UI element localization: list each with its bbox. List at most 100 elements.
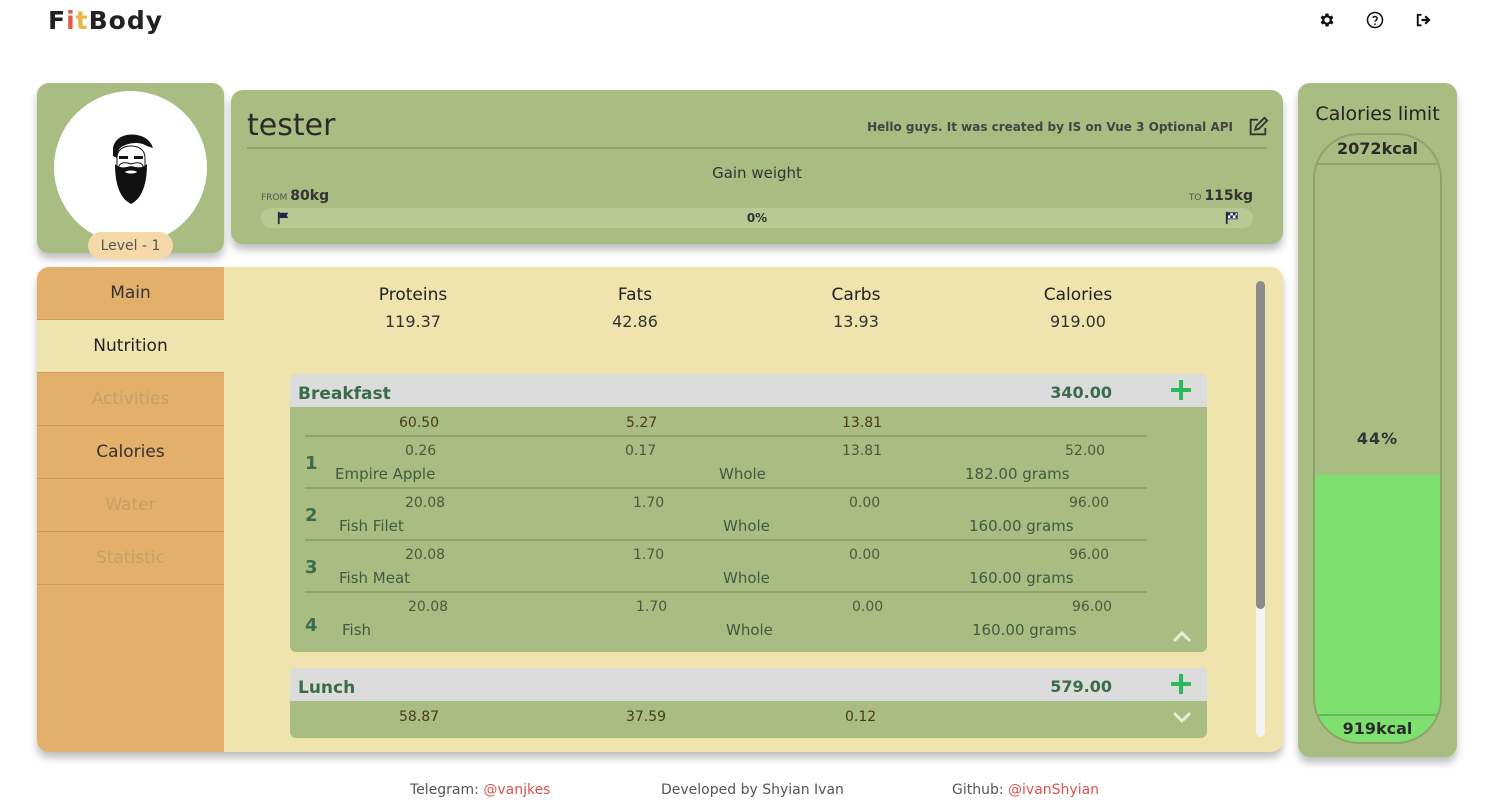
- food-calories: 96.00: [1072, 599, 1113, 615]
- calories-header: Calories: [1043, 285, 1113, 305]
- add-food-icon[interactable]: [1169, 378, 1193, 402]
- start-weight-value: 80kg: [290, 188, 330, 204]
- avatar[interactable]: [54, 91, 207, 244]
- food-amount: 160.00 grams: [969, 569, 1074, 587]
- food-proteins: 20.08: [405, 547, 446, 563]
- finish-flag-icon: [1225, 211, 1238, 225]
- edit-icon[interactable]: [1247, 116, 1269, 138]
- profile-tagline: Hello guys. It was created by IS on Vue …: [867, 120, 1233, 134]
- meal-breakfast: Breakfast 340.00 60.50 5.27 13.81 1 0.26…: [290, 374, 1207, 652]
- food-index: 3: [305, 557, 318, 578]
- logout-icon[interactable]: [1413, 10, 1433, 30]
- divider: [1315, 714, 1440, 716]
- footer-developer: Developed by Shyian Ivan: [661, 782, 844, 798]
- sidebar-item-calories[interactable]: Calories: [37, 426, 224, 479]
- username: tester: [247, 108, 336, 143]
- meal-title: Lunch: [298, 678, 356, 698]
- github-label: Github:: [952, 782, 1004, 798]
- footer: Telegram: @vanjkes Developed by Shyian I…: [0, 782, 1505, 802]
- meal-sum-row: 60.50 5.27 13.81: [305, 407, 1147, 437]
- food-proteins: 20.08: [408, 599, 449, 615]
- target-weight-caption: TO: [1188, 193, 1202, 203]
- logo-word: Body: [88, 6, 164, 35]
- calories-gauge: 2072kcal 44% 919kcal: [1313, 133, 1442, 744]
- food-unit: Whole: [723, 569, 770, 587]
- food-index: 1: [305, 453, 318, 474]
- fats-total: 42.86: [612, 312, 658, 331]
- sidebar-item-nutrition[interactable]: Nutrition: [37, 320, 224, 373]
- food-row[interactable]: 2 20.08 1.70 0.00 96.00 Fish Filet Whole…: [305, 489, 1147, 541]
- calories-limit-card: Calories limit 2072kcal 44% 919kcal: [1298, 83, 1457, 757]
- carbs-total: 13.93: [833, 312, 879, 331]
- sum-carbs: 13.81: [842, 415, 883, 431]
- food-name: Empire Apple: [335, 465, 436, 483]
- food-unit: Whole: [723, 517, 770, 535]
- meal-calories: 579.00: [1050, 677, 1112, 696]
- bearded-man-icon: [112, 134, 153, 204]
- calories-gauge-fill: [1315, 474, 1440, 742]
- telegram-link[interactable]: @vanjkes: [483, 782, 550, 798]
- sidebar: Main Nutrition Activities Calories Water…: [37, 267, 224, 752]
- food-fats: 1.70: [633, 495, 665, 511]
- target-weight-value: 115kg: [1204, 188, 1253, 204]
- food-index: 4: [305, 615, 318, 636]
- carbs-header: Carbs: [831, 285, 881, 305]
- sidebar-item-statistic[interactable]: Statistic: [37, 532, 224, 585]
- food-row[interactable]: 4 20.08 1.70 0.00 96.00 Fish Whole 160.0…: [305, 593, 1147, 645]
- add-food-icon[interactable]: [1169, 672, 1193, 696]
- logo-letter: F: [48, 6, 67, 35]
- fats-header: Fats: [617, 285, 653, 305]
- avatar-card: Level - 1: [37, 83, 224, 259]
- food-carbs: 0.00: [849, 495, 881, 511]
- sum-carbs: 0.12: [845, 709, 877, 725]
- weight-progress-text: 0%: [746, 211, 768, 225]
- calories-max: 2072kcal: [1337, 139, 1418, 158]
- github-link[interactable]: @ivanShyian: [1008, 782, 1099, 798]
- food-unit: Whole: [719, 465, 766, 483]
- calories-current: 919kcal: [1342, 719, 1413, 738]
- food-unit: Whole: [726, 621, 773, 639]
- logo-letter: i: [66, 6, 76, 35]
- calories-percent: 44%: [1356, 429, 1399, 448]
- footer-github: Github: @ivanShyian: [952, 782, 1099, 798]
- footer-telegram: Telegram: @vanjkes: [410, 782, 550, 798]
- scrollbar-thumb[interactable]: [1256, 281, 1265, 609]
- sidebar-item-activities[interactable]: Activities: [37, 373, 224, 426]
- calories-total: 919.00: [1050, 312, 1106, 331]
- divider: [1315, 163, 1440, 165]
- profile-info-card: tester Hello guys. It was created by IS …: [231, 90, 1283, 244]
- food-calories: 52.00: [1065, 443, 1106, 459]
- food-calories: 96.00: [1069, 495, 1110, 511]
- meal-calories: 340.00: [1050, 383, 1112, 402]
- food-fats: 0.17: [625, 443, 657, 459]
- scrollbar[interactable]: [1256, 281, 1265, 737]
- food-proteins: 20.08: [405, 495, 446, 511]
- food-amount: 160.00 grams: [969, 517, 1074, 535]
- weight-progress-bar: 0%: [261, 208, 1253, 228]
- app-logo[interactable]: FitBody: [48, 6, 163, 35]
- food-fats: 1.70: [636, 599, 668, 615]
- food-proteins: 0.26: [405, 443, 437, 459]
- help-icon[interactable]: [1365, 10, 1385, 30]
- food-row[interactable]: 3 20.08 1.70 0.00 96.00 Fish Meat Whole …: [305, 541, 1147, 593]
- food-row[interactable]: 1 0.26 0.17 13.81 52.00 Empire Apple Who…: [305, 437, 1147, 489]
- sum-fats: 5.27: [626, 415, 658, 431]
- food-calories: 96.00: [1069, 547, 1110, 563]
- sum-fats: 37.59: [626, 709, 667, 725]
- chevron-up-icon[interactable]: [1171, 630, 1193, 644]
- proteins-total: 119.37: [385, 312, 441, 331]
- sidebar-item-water[interactable]: Water: [37, 479, 224, 532]
- meal-title: Breakfast: [298, 384, 391, 404]
- gear-icon[interactable]: [1317, 10, 1337, 30]
- meal-header: Breakfast 340.00: [290, 374, 1207, 407]
- meal-sum-row: 58.87 37.59 0.12: [305, 701, 1147, 731]
- chevron-down-icon[interactable]: [1171, 710, 1193, 724]
- sidebar-item-main[interactable]: Main: [37, 267, 224, 320]
- food-name: Fish: [342, 621, 372, 639]
- food-carbs: 13.81: [842, 443, 883, 459]
- start-weight: FROM 80kg: [261, 188, 329, 204]
- logo-letter: t: [75, 6, 89, 35]
- top-bar: FitBody: [0, 0, 1505, 50]
- divider: [247, 147, 1267, 149]
- food-amount: 160.00 grams: [972, 621, 1077, 639]
